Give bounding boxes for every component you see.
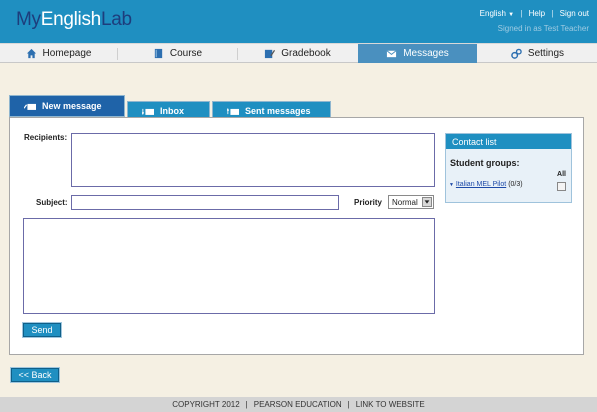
- book-icon: [154, 48, 163, 59]
- logo[interactable]: MyEnglishLab: [16, 9, 132, 31]
- divider: |: [520, 9, 523, 18]
- priority-select[interactable]: Normal: [388, 195, 434, 209]
- nav-homepage[interactable]: Homepage: [0, 44, 117, 63]
- home-icon: [26, 48, 36, 59]
- chevron-down-icon[interactable]: ▼: [508, 12, 514, 18]
- divider: |: [245, 400, 248, 409]
- recipients-field[interactable]: [71, 133, 435, 187]
- signout-link[interactable]: Sign out: [560, 9, 589, 18]
- select-all-checkbox[interactable]: [557, 182, 566, 191]
- tab-new-message[interactable]: New message: [9, 95, 125, 117]
- back-button[interactable]: << Back: [11, 368, 59, 382]
- chevron-down-icon[interactable]: [422, 197, 432, 207]
- pencil-envelope-icon: [24, 103, 36, 110]
- footer: COPYRIGHT 2012 | PEARSON EDUCATION | LIN…: [0, 397, 597, 412]
- contact-list-title: Contact list: [446, 134, 571, 149]
- main-nav: Homepage Course Gradebook Messages Setti…: [0, 43, 597, 63]
- sent-envelope-icon: [227, 107, 239, 115]
- contact-list: Contact list Student groups: All ▼ Itali…: [445, 133, 572, 203]
- nav-course[interactable]: Course: [118, 44, 237, 63]
- copyright-text: COPYRIGHT 2012: [172, 400, 240, 409]
- send-button[interactable]: Send: [23, 323, 61, 337]
- divider: |: [551, 9, 554, 18]
- priority-label: Priority: [354, 198, 383, 207]
- message-body-field[interactable]: [23, 218, 435, 314]
- nav-settings[interactable]: Settings: [478, 44, 597, 63]
- nav-gradebook[interactable]: Gradebook: [238, 44, 357, 63]
- gears-icon: [511, 48, 522, 59]
- language-selector[interactable]: English: [480, 9, 506, 18]
- website-link[interactable]: LINK TO WEBSITE: [356, 400, 425, 409]
- nav-messages[interactable]: Messages: [358, 44, 477, 63]
- envelope-icon: [386, 50, 397, 58]
- signed-in-text: Signed in as Test Teacher: [497, 24, 589, 33]
- top-links: English ▼ | Help | Sign out: [480, 9, 589, 18]
- group-link[interactable]: Italian MEL Pilot: [456, 181, 506, 188]
- student-groups-label: Student groups:: [450, 158, 520, 168]
- inbox-envelope-icon: [142, 108, 154, 115]
- help-link[interactable]: Help: [529, 9, 545, 18]
- recipients-label: Recipients:: [24, 133, 68, 142]
- gradebook-icon: [265, 49, 276, 59]
- student-group-item: ▼ Italian MEL Pilot (0/3): [449, 181, 523, 188]
- header-bar: MyEnglishLab English ▼ | Help | Sign out…: [0, 0, 597, 43]
- divider: |: [347, 400, 350, 409]
- company-text: PEARSON EDUCATION: [253, 400, 342, 409]
- subject-label: Subject:: [36, 198, 68, 207]
- subject-field[interactable]: [71, 195, 339, 210]
- all-label: All: [557, 171, 566, 178]
- triangle-down-icon[interactable]: ▼: [449, 182, 454, 188]
- group-count: (0/3): [508, 181, 523, 188]
